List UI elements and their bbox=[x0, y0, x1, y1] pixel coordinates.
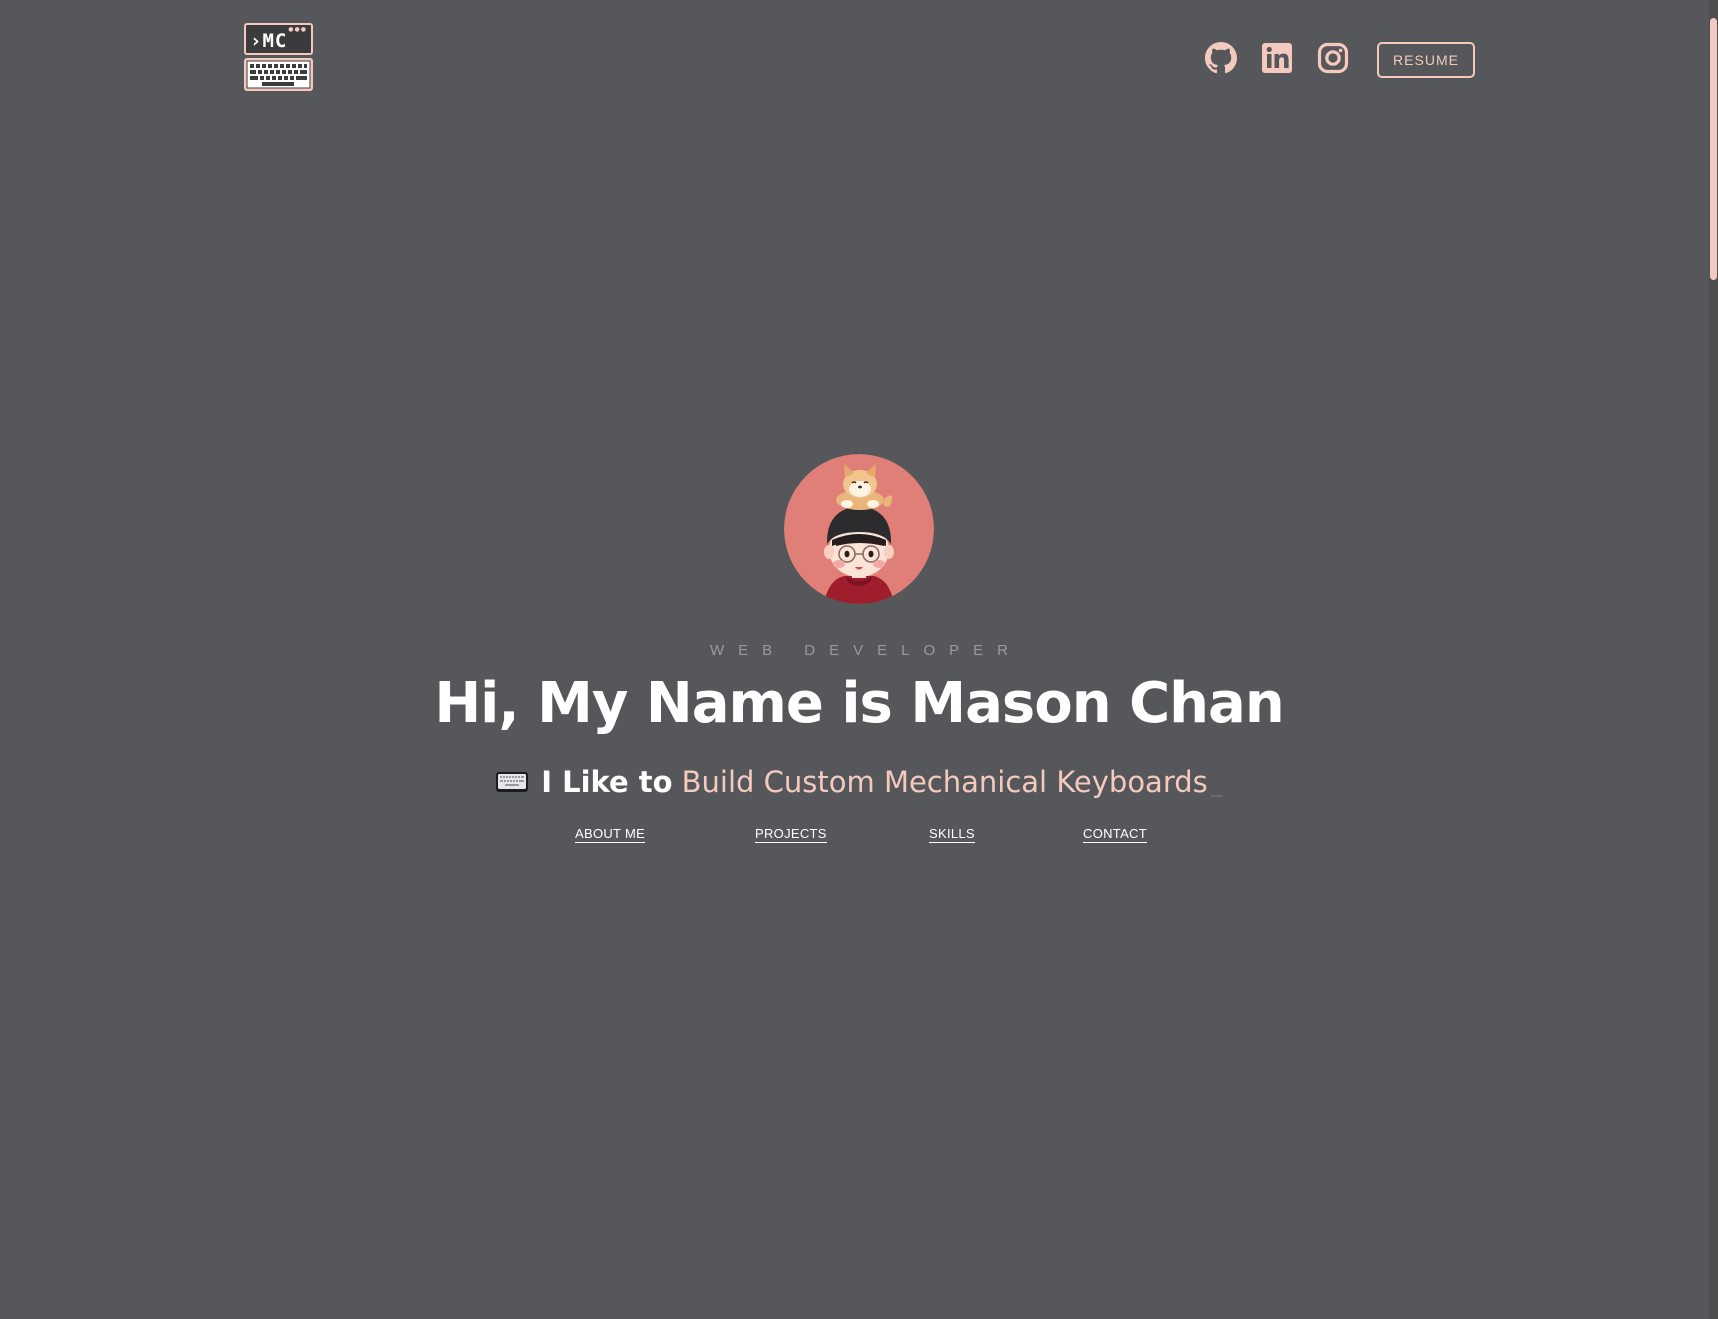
typing-cursor bbox=[1210, 795, 1223, 797]
tagline-highlight: Build Custom Mechanical Keyboards bbox=[681, 765, 1208, 799]
keyboard-icon bbox=[496, 772, 529, 792]
page-title: Hi, My Name is Mason Chan bbox=[434, 671, 1284, 736]
role-label: WEB DEVELOPER bbox=[709, 642, 1023, 659]
page-scrollbar[interactable] bbox=[1709, 0, 1718, 1319]
nav-link-contact[interactable]: CONTACT bbox=[1083, 826, 1147, 843]
logo-text: ›MC bbox=[250, 30, 288, 52]
nav-link-about-me[interactable]: ABOUT ME bbox=[575, 826, 646, 843]
instagram-link[interactable] bbox=[1315, 40, 1351, 76]
resume-button[interactable]: RESUME bbox=[1377, 42, 1475, 78]
linkedin-icon bbox=[1262, 43, 1292, 73]
nav-link-projects[interactable]: PROJECTS bbox=[755, 826, 827, 843]
page: ●●● ›MC RESUME WEB DEVELOPER Hi, My Name… bbox=[0, 0, 1709, 1319]
section-nav: ABOUT ME PROJECTS SKILLS CONTACT bbox=[0, 826, 1718, 846]
linkedin-link[interactable] bbox=[1259, 40, 1295, 76]
github-icon bbox=[1205, 42, 1237, 74]
avatar bbox=[784, 454, 934, 604]
site-logo[interactable]: ●●● ›MC bbox=[244, 23, 313, 91]
social-links bbox=[1203, 40, 1371, 76]
tagline: I Like to Build Custom Mechanical Keyboa… bbox=[0, 762, 1718, 802]
nav-link-skills[interactable]: SKILLS bbox=[929, 826, 975, 843]
logo-window-dots: ●●● bbox=[288, 26, 307, 33]
instagram-icon bbox=[1317, 42, 1349, 74]
scrollbar-thumb[interactable] bbox=[1710, 18, 1717, 280]
github-link[interactable] bbox=[1203, 40, 1239, 76]
tagline-prefix: I Like to bbox=[541, 765, 673, 799]
logo-screen: ●●● ›MC bbox=[244, 23, 313, 55]
logo-keyboard-icon bbox=[244, 58, 313, 91]
